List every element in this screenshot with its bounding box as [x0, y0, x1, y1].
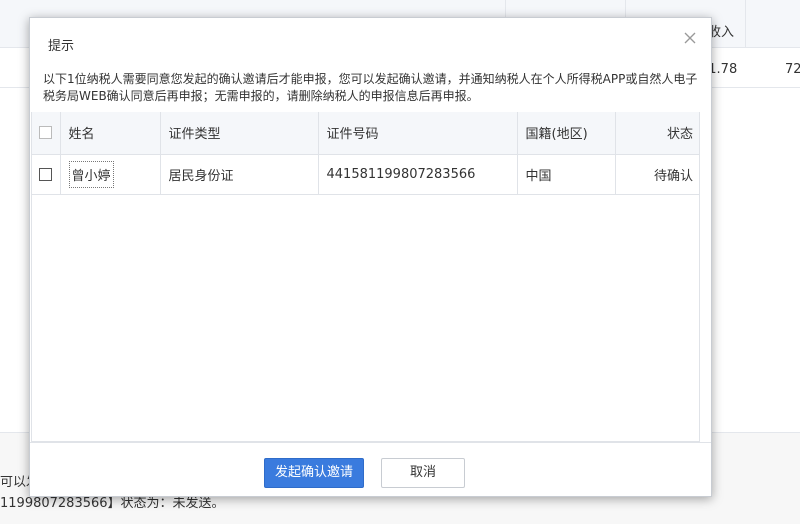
- column-header-status: 状态: [615, 112, 699, 155]
- table-row[interactable]: 曾小婷 居民身份证 441581199807283566 中国 待确认: [32, 154, 699, 195]
- dialog-footer-divider: [30, 442, 711, 443]
- cancel-button[interactable]: 取消: [381, 458, 465, 488]
- confirm-invitation-dialog: 提示 以下1位纳税人需要同意您发起的确认邀请后才能申报，您可以发起确认邀请，并通…: [29, 17, 712, 497]
- row-select-cell: [32, 154, 61, 195]
- column-header-name: 姓名: [60, 112, 161, 155]
- table-header-row: 姓名 证件类型 证件号码 国籍(地区) 状态: [32, 112, 699, 155]
- row-checkbox[interactable]: [39, 167, 53, 181]
- select-all-cell: [32, 112, 61, 155]
- cell-status: 待确认: [615, 154, 699, 195]
- dialog-title: 提示: [48, 39, 75, 54]
- close-icon[interactable]: [681, 29, 699, 47]
- column-header-id-type: 证件类型: [160, 112, 319, 155]
- select-all-checkbox[interactable]: [39, 126, 53, 140]
- cell-nationality: 中国: [517, 154, 616, 195]
- column-header-id-number: 证件号码: [318, 112, 518, 155]
- column-header-nationality: 国籍(地区): [517, 112, 616, 155]
- send-invitation-button[interactable]: 发起确认邀请: [264, 458, 364, 488]
- taxpayer-table: 姓名 证件类型 证件号码 国籍(地区) 状态 曾小婷 居民身份证 4415811…: [31, 112, 700, 442]
- dialog-message: 以下1位纳税人需要同意您发起的确认邀请后才能申报，您可以发起确认邀请，并通知纳税…: [43, 72, 698, 103]
- cell-id-number: 441581199807283566: [318, 154, 518, 195]
- taxpayer-name: 曾小婷: [68, 160, 114, 188]
- cell-id-type: 居民身份证: [160, 154, 319, 195]
- background-cell-value: 72: [785, 62, 800, 77]
- cell-name: 曾小婷: [60, 154, 161, 195]
